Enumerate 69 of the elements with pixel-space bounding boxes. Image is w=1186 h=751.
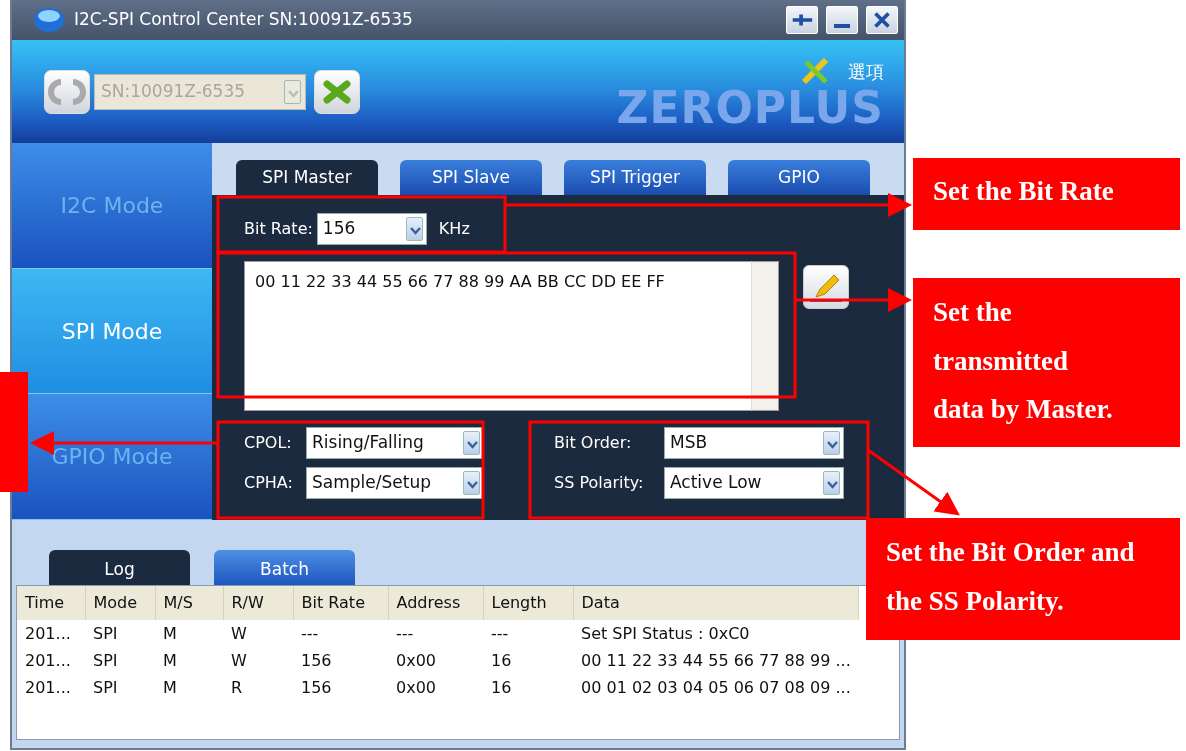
field-label: CPOL: — [244, 432, 293, 454]
field-label: Bit Order: — [554, 432, 633, 454]
table-cell: Set SPI Status : 0xC0 — [573, 620, 859, 647]
chevron-icon — [463, 471, 480, 495]
table-cell-text: 156 — [300, 649, 333, 672]
column-header[interactable]: Mode — [85, 586, 155, 620]
chevron-icon — [823, 471, 840, 495]
table-cell: W — [223, 620, 293, 647]
callout-text: Set the Bit Order and the SS Polarity. — [886, 536, 1136, 618]
bit-rate-dropdown[interactable]: 156 — [316, 213, 427, 245]
table-cell-text: M — [162, 676, 178, 699]
table-cell: --- — [483, 620, 573, 647]
table-cell-text: R — [230, 676, 244, 699]
settings-dropdown[interactable]: Sample/Setup — [306, 467, 484, 499]
callout-text: Set the transmitted data by Master. — [933, 296, 1113, 427]
app-logo-icon — [32, 5, 66, 35]
column-header[interactable]: R/W — [223, 586, 293, 620]
tab[interactable]: Batch — [214, 550, 355, 585]
column-header[interactable]: Time — [17, 586, 85, 620]
field-label: Bit Rate: — [244, 218, 313, 240]
scroll-bar[interactable] — [751, 261, 779, 411]
tab[interactable]: GPIO — [728, 160, 870, 195]
table-cell-text: 16 — [490, 649, 513, 672]
field-label: SS Polarity: — [554, 472, 645, 494]
tab[interactable]: SPI Trigger — [564, 160, 706, 195]
table-cell-text: 156 — [300, 676, 333, 699]
callout-text: Set the Bit Rate — [933, 175, 1115, 208]
column-header[interactable]: Bit Rate — [293, 586, 388, 620]
tab[interactable]: Log — [49, 550, 190, 585]
connect-button[interactable] — [314, 69, 360, 114]
table-cell-text: 0x00 — [395, 676, 437, 699]
table-cell-text: 00 11 22 33 44 55 66 77 88 99 ... — [580, 649, 852, 672]
table-cell-text: 201... — [24, 649, 72, 672]
table-cell-text: SPI — [92, 649, 119, 672]
table-cell-text: 201... — [24, 676, 72, 699]
table-cell: --- — [293, 620, 388, 647]
tab[interactable]: SPI Master — [236, 160, 378, 195]
chevron-icon — [405, 217, 423, 241]
table-cell: 201... — [17, 620, 85, 647]
unit-label: KHz — [438, 218, 470, 240]
column-header[interactable]: Length — [483, 586, 573, 620]
chevron-icon — [823, 431, 840, 455]
table-cell-text: W — [230, 649, 248, 672]
close-button[interactable] — [866, 6, 898, 34]
column-header[interactable]: M/S — [155, 586, 223, 620]
edit-button[interactable] — [803, 265, 849, 309]
table-cell: --- — [388, 620, 483, 647]
table-cell-text: SPI — [92, 676, 119, 699]
settings-dropdown[interactable]: MSB — [664, 427, 844, 459]
window-title: I2C-SPI Control Center SN:10091Z-6535 — [74, 8, 414, 32]
table-cell-text: M — [162, 649, 178, 672]
table-cell-text: 00 01 02 03 04 05 06 07 08 09 ... — [580, 676, 852, 699]
data-field[interactable]: 00 11 22 33 44 55 66 77 88 99 AA BB CC DD EE FF — [244, 261, 751, 411]
column-header[interactable]: Address — [388, 586, 483, 620]
table-cell-text: 0x00 — [395, 649, 437, 672]
chevron-icon — [284, 79, 301, 104]
table-cell: M — [155, 620, 223, 647]
table-cell: SPI — [85, 620, 155, 647]
settings-dropdown[interactable]: Active Low — [664, 467, 844, 499]
tab[interactable]: SPI Slave — [400, 160, 542, 195]
column-header[interactable]: Data — [573, 586, 859, 620]
refresh-button[interactable] — [44, 69, 90, 114]
table-cell-text: 16 — [490, 676, 513, 699]
field-label: CPHA: — [244, 472, 294, 494]
chevron-icon — [463, 431, 480, 455]
minimize-button[interactable] — [826, 6, 858, 34]
minimize-icon — [834, 24, 850, 29]
brand-logo: ZEROPLUS — [616, 86, 884, 130]
settings-dropdown[interactable]: Rising/Falling — [306, 427, 484, 459]
